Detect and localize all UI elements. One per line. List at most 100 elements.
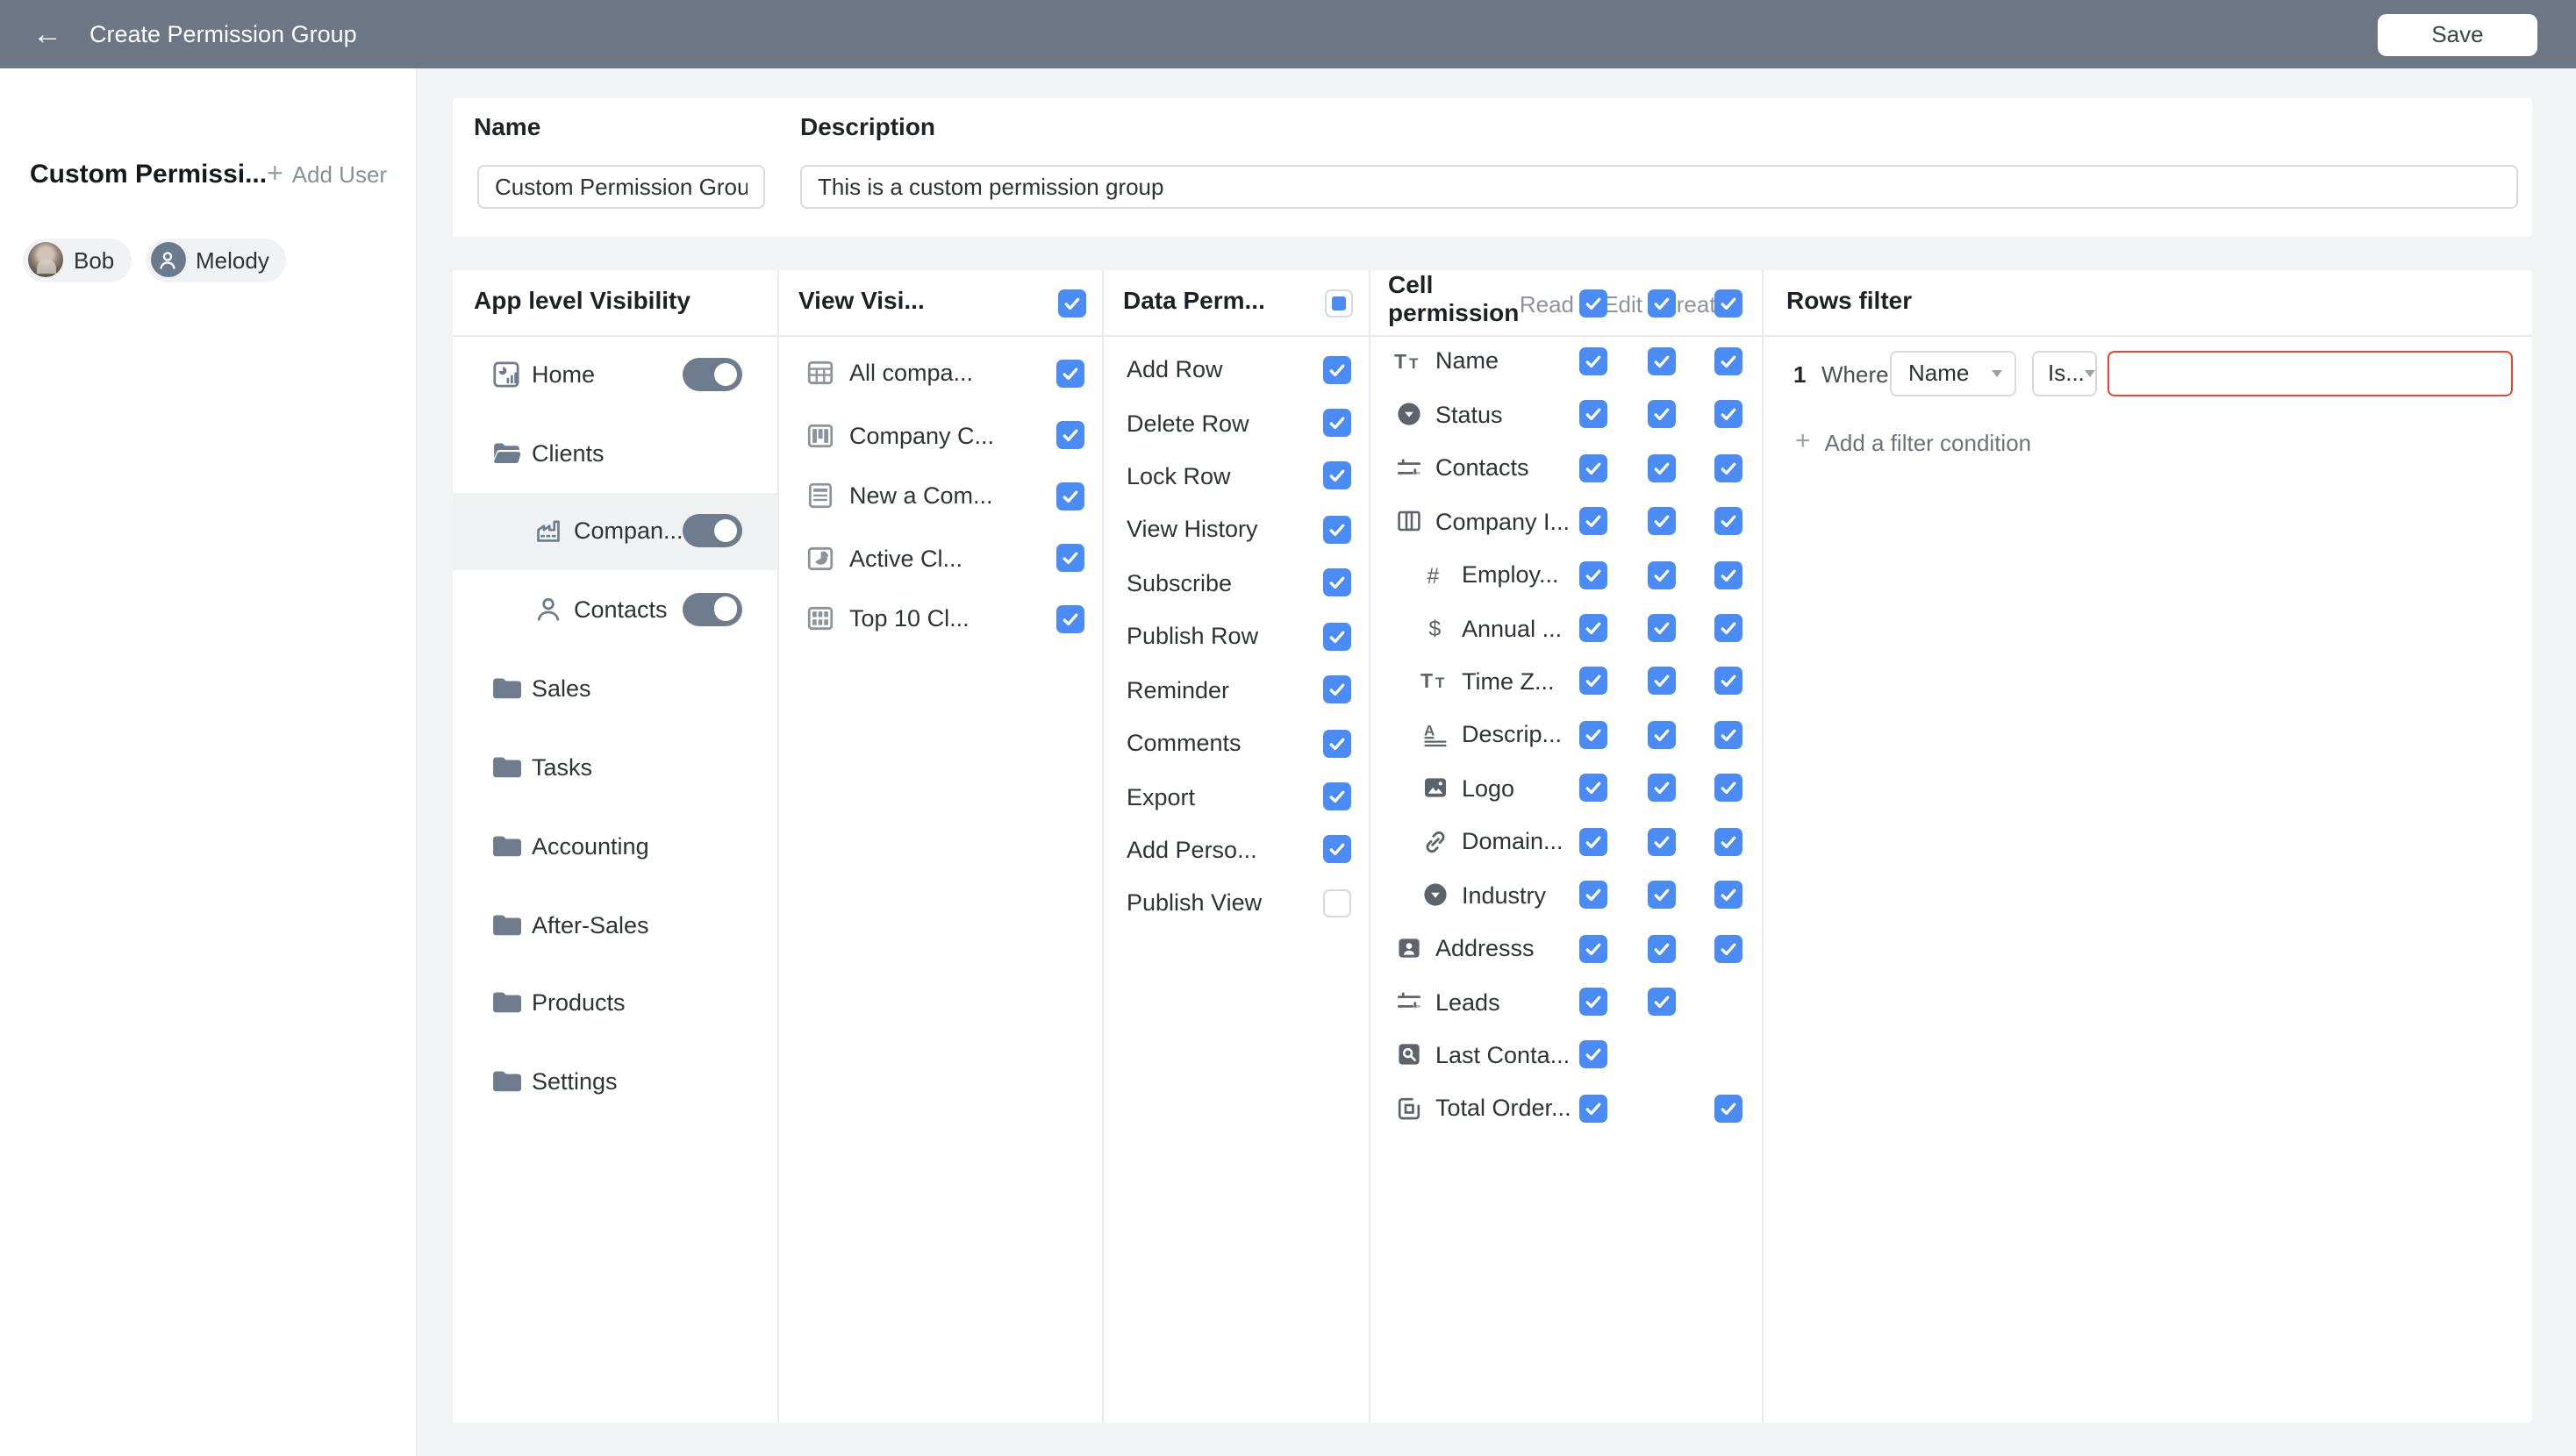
companies-visibility-toggle[interactable] xyxy=(683,514,742,547)
create-checkbox[interactable] xyxy=(1714,507,1742,535)
data-perm-checkbox[interactable] xyxy=(1322,675,1350,703)
edit-select-all-checkbox[interactable] xyxy=(1648,289,1676,318)
read-checkbox[interactable] xyxy=(1580,774,1608,803)
edit-checkbox[interactable] xyxy=(1648,774,1676,803)
create-checkbox[interactable] xyxy=(1714,827,1742,855)
edit-checkbox[interactable] xyxy=(1648,614,1676,642)
app-item-products[interactable]: Products xyxy=(453,977,777,1030)
data-permission-header: Data Perm... xyxy=(1123,286,1265,314)
data-perm-checkbox[interactable] xyxy=(1322,569,1350,597)
column-divider xyxy=(1761,269,1763,1423)
rows-filter-header: Rows filter xyxy=(1786,286,1912,314)
kanban-grid-icon xyxy=(805,420,835,450)
edit-checkbox[interactable] xyxy=(1648,507,1676,535)
create-checkbox[interactable] xyxy=(1714,401,1742,429)
create-checkbox[interactable] xyxy=(1714,1095,1742,1123)
create-checkbox[interactable] xyxy=(1714,614,1742,642)
create-checkbox[interactable] xyxy=(1714,774,1742,803)
header-divider xyxy=(452,334,2531,336)
data-perm-checkbox[interactable] xyxy=(1322,729,1350,757)
create-checkbox[interactable] xyxy=(1714,347,1742,375)
edit-checkbox[interactable] xyxy=(1648,934,1676,962)
data-perm-checkbox[interactable] xyxy=(1322,516,1350,544)
group-description-input[interactable] xyxy=(800,164,2518,208)
read-select-all-checkbox[interactable] xyxy=(1580,289,1608,318)
filter-field-select[interactable]: Name xyxy=(1889,350,2015,396)
read-checkbox[interactable] xyxy=(1580,347,1608,375)
app-item-contacts[interactable]: Contacts xyxy=(453,582,777,635)
read-checkbox[interactable] xyxy=(1580,507,1608,535)
app-item-after-sales[interactable]: After-Sales xyxy=(453,898,777,951)
filter-where-label: Where xyxy=(1821,361,1889,388)
data-perm-checkbox[interactable] xyxy=(1322,889,1350,917)
read-checkbox[interactable] xyxy=(1580,988,1608,1016)
save-button[interactable]: Save xyxy=(2378,13,2537,55)
edit-checkbox[interactable] xyxy=(1648,721,1676,749)
read-checkbox[interactable] xyxy=(1580,667,1608,696)
create-checkbox[interactable] xyxy=(1714,881,1742,909)
read-checkbox[interactable] xyxy=(1580,454,1608,482)
data-perm-checkbox[interactable] xyxy=(1322,622,1350,650)
data-perm-checkbox[interactable] xyxy=(1322,782,1350,810)
svg-text:T: T xyxy=(1420,670,1433,693)
filter-value-input[interactable] xyxy=(2107,350,2512,396)
app-item-accounting[interactable]: Accounting xyxy=(453,819,777,872)
view-checkbox[interactable] xyxy=(1056,605,1084,633)
edit-checkbox[interactable] xyxy=(1648,454,1676,482)
user-chip-melody[interactable]: Melody xyxy=(145,238,287,282)
view-visibility-select-all-checkbox[interactable] xyxy=(1057,289,1085,318)
edit-checkbox[interactable] xyxy=(1648,988,1676,1016)
read-checkbox[interactable] xyxy=(1580,401,1608,429)
edit-checkbox[interactable] xyxy=(1648,881,1676,909)
edit-checkbox[interactable] xyxy=(1648,667,1676,696)
create-checkbox[interactable] xyxy=(1714,560,1742,589)
person-icon xyxy=(156,248,179,271)
view-item: Top 10 Cl... xyxy=(779,596,1102,642)
create-checkbox[interactable] xyxy=(1714,454,1742,482)
create-checkbox[interactable] xyxy=(1714,934,1742,962)
filter-operator-select[interactable]: Is... xyxy=(2032,350,2097,396)
data-perm-checkbox[interactable] xyxy=(1322,409,1350,437)
filter-condition-index: 1 xyxy=(1793,361,1806,388)
data-perm-row: Lock Row xyxy=(1104,455,1369,497)
data-perm-checkbox[interactable] xyxy=(1322,836,1350,864)
data-perm-checkbox[interactable] xyxy=(1322,462,1350,490)
group-name-input[interactable] xyxy=(477,164,765,208)
back-arrow-icon[interactable]: ← xyxy=(28,16,67,54)
app-item-companies[interactable]: Compan... xyxy=(453,504,777,557)
svg-text:$: $ xyxy=(1428,617,1441,641)
edit-checkbox[interactable] xyxy=(1648,401,1676,429)
read-checkbox[interactable] xyxy=(1580,614,1608,642)
contacts-visibility-toggle[interactable] xyxy=(683,592,742,625)
app-item-home[interactable]: Home xyxy=(453,348,777,401)
app-item-settings[interactable]: Settings xyxy=(453,1056,777,1109)
add-user-button[interactable]: + Add User xyxy=(267,161,387,188)
add-filter-condition-button[interactable]: + Add a filter condition xyxy=(1795,429,2031,455)
app-item-tasks[interactable]: Tasks xyxy=(453,740,777,793)
edit-checkbox[interactable] xyxy=(1648,347,1676,375)
read-checkbox[interactable] xyxy=(1580,934,1608,962)
app-item-sales[interactable]: Sales xyxy=(453,661,777,714)
edit-checkbox[interactable] xyxy=(1648,827,1676,855)
create-checkbox[interactable] xyxy=(1714,667,1742,696)
read-checkbox[interactable] xyxy=(1580,1041,1608,1069)
user-chip-bob[interactable]: Bob xyxy=(23,238,132,282)
app-item-clients[interactable]: Clients xyxy=(453,427,777,480)
create-select-all-checkbox[interactable] xyxy=(1714,289,1742,318)
read-checkbox[interactable] xyxy=(1580,827,1608,855)
data-permission-select-all-checkbox[interactable] xyxy=(1324,289,1352,318)
read-checkbox[interactable] xyxy=(1580,1095,1608,1123)
view-checkbox[interactable] xyxy=(1056,482,1084,510)
read-checkbox[interactable] xyxy=(1580,560,1608,589)
read-checkbox[interactable] xyxy=(1580,881,1608,909)
home-visibility-toggle[interactable] xyxy=(683,358,742,391)
folder-icon xyxy=(491,910,521,939)
data-perm-checkbox[interactable] xyxy=(1322,355,1350,383)
read-checkbox[interactable] xyxy=(1580,721,1608,749)
create-checkbox[interactable] xyxy=(1714,721,1742,749)
view-checkbox[interactable] xyxy=(1056,544,1084,572)
view-checkbox[interactable] xyxy=(1056,421,1084,449)
view-checkbox[interactable] xyxy=(1056,359,1084,387)
data-perm-row: Comments xyxy=(1104,722,1369,764)
edit-checkbox[interactable] xyxy=(1648,560,1676,589)
